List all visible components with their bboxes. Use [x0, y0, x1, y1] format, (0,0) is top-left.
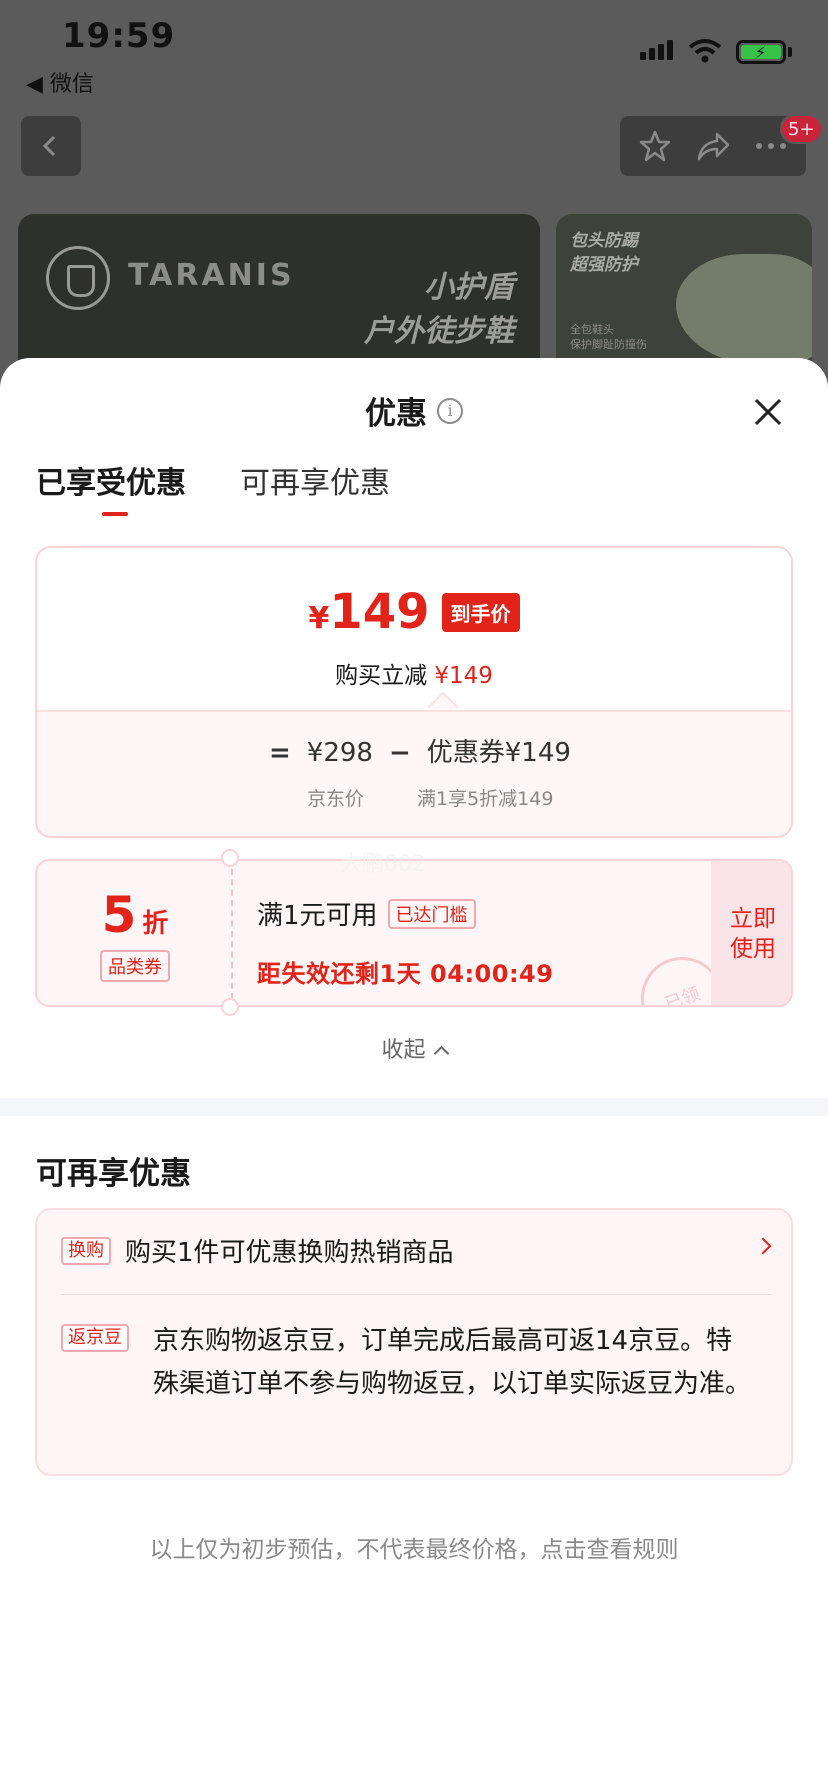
- more-icon[interactable]: [754, 141, 788, 151]
- discount-sheet: 优惠 i 已享受优惠 可再享优惠 ¥149 到手价 购买立减 ¥149 = ¥2…: [0, 358, 828, 1792]
- coupon-perforation: [231, 869, 233, 999]
- background-page: 19:59 ◀ 微信 ⚡ 5+ TARANIS 小护盾 户外徒步鞋 包头防踢 超…: [0, 0, 828, 400]
- wifi-icon: [688, 39, 722, 63]
- banner-slogan-2: 户外徒步鞋: [364, 314, 514, 349]
- sheet-title: 优惠: [365, 396, 427, 432]
- jingdou-tag: 返京豆: [61, 1324, 129, 1352]
- side-banner-small-2: 保护脚趾防撞伤: [570, 338, 647, 351]
- exchange-purchase-row[interactable]: 换购 购买1件可优惠换购热销商品: [61, 1232, 772, 1269]
- tab-more-label: 可再享优惠: [240, 466, 390, 501]
- coupon-notch-top: [221, 849, 239, 867]
- battery-icon: ⚡: [736, 40, 786, 64]
- info-icon[interactable]: i: [437, 397, 463, 424]
- coupon-amount: 优惠券¥149: [426, 738, 571, 768]
- exchange-tag: 换购: [61, 1236, 111, 1265]
- brand-name: TARANIS: [128, 258, 295, 293]
- discount-unit: 折: [142, 909, 169, 939]
- coupon-countdown: 距失效还剩1天 04:00:49: [257, 960, 554, 988]
- threshold-reached-tag: 已达门槛: [387, 898, 476, 929]
- final-price: ¥149: [308, 584, 429, 640]
- battery-tip: [788, 47, 792, 57]
- equals-sign: =: [269, 738, 291, 768]
- price-top: ¥149 到手价 购买立减 ¥149: [37, 548, 791, 710]
- back-to-wechat-link[interactable]: ◀ 微信: [26, 66, 94, 98]
- coupon-rule: 满1享5折减149: [417, 788, 554, 810]
- message-badge: 5+: [780, 114, 823, 144]
- rules-footnote-link[interactable]: 以上仅为初步预估，不代表最终价格，点击查看规则: [0, 1530, 828, 1564]
- chevron-right-icon: [754, 1237, 772, 1255]
- sheet-header: 优惠 i: [0, 388, 828, 433]
- reduce-label: 购买立减: [335, 663, 428, 689]
- coupon-info: 满1元可用 已达门槛 距失效还剩1天 04:00:49: [257, 895, 553, 989]
- benefit-separator: [61, 1294, 771, 1295]
- nav-back-button[interactable]: [21, 116, 81, 176]
- final-price-value: 149: [329, 584, 430, 640]
- coupon-card: 5折 品类券 满1元可用 已达门槛 距失效还剩1天 04:00:49 已领 立即…: [35, 859, 793, 1007]
- final-price-row: ¥149 到手价: [37, 584, 791, 640]
- tab-enjoyed[interactable]: 已享受优惠: [36, 458, 186, 516]
- coupon-discount: 5折 品类券: [37, 861, 233, 1005]
- price-breakdown: = ¥298 − 优惠券¥149 京东价 满1享5折减149: [37, 710, 791, 836]
- tab-more[interactable]: 可再享优惠: [240, 458, 390, 514]
- signal-icon: [640, 40, 673, 60]
- close-icon[interactable]: [750, 394, 786, 430]
- watermark: 大鹏002: [340, 852, 426, 877]
- discount-value: 5折: [102, 886, 169, 944]
- coupon-condition: 满1元可用: [257, 901, 378, 931]
- reduce-amount: ¥149: [434, 663, 493, 689]
- discount-tabs: 已享受优惠 可再享优惠: [36, 458, 390, 516]
- share-icon[interactable]: [695, 129, 731, 163]
- side-banner-small-1: 全包鞋头: [570, 323, 614, 336]
- more-discounts-card: 换购 购买1件可优惠换购热销商品 返京豆 京东购物返京豆，订单完成后最高可返14…: [35, 1208, 793, 1476]
- side-banner-small: 全包鞋头 保护脚趾防撞伤: [570, 322, 647, 352]
- more-discounts-title: 可再享优惠: [36, 1156, 191, 1192]
- original-price-label: 京东价: [307, 788, 365, 810]
- final-price-tag: 到手价: [441, 592, 520, 632]
- discount-number: 5: [101, 886, 137, 944]
- shoe-image: [676, 254, 812, 364]
- banner-slogan-1: 小护盾: [424, 270, 514, 305]
- tab-active-indicator: [102, 512, 128, 516]
- use-now-label: 立即使用: [730, 906, 776, 962]
- collapse-button[interactable]: 收起: [0, 1032, 828, 1064]
- tab-enjoyed-label: 已享受优惠: [36, 466, 186, 501]
- original-price: ¥298: [306, 738, 373, 768]
- price-formula: = ¥298 − 优惠券¥149: [269, 732, 571, 769]
- collapse-label: 收起: [381, 1038, 426, 1063]
- side-banner-line-1: 包头防踢: [570, 231, 638, 251]
- exchange-text: 购买1件可优惠换购热销商品: [125, 1238, 454, 1268]
- coupon-condition-row: 满1元可用 已达门槛: [257, 895, 553, 932]
- side-banner-line-2: 超强防护: [570, 255, 638, 275]
- status-time: 19:59: [62, 16, 176, 56]
- chevron-left-icon: [42, 135, 56, 157]
- reduce-row: 购买立减 ¥149: [37, 656, 791, 690]
- section-divider: [0, 1098, 828, 1116]
- minus-sign: −: [388, 738, 411, 768]
- price-summary-card: ¥149 到手价 购买立减 ¥149 = ¥298 − 优惠券¥149 京东价 …: [35, 546, 793, 838]
- use-now-button[interactable]: 立即使用: [711, 861, 791, 1005]
- status-bar: 19:59 ◀ 微信 ⚡: [0, 0, 828, 100]
- star-icon[interactable]: [638, 129, 672, 163]
- chevron-up-icon: [433, 1045, 449, 1062]
- brand-logo: [46, 246, 110, 310]
- nav-action-group: [620, 116, 806, 176]
- category-coupon-tag: 品类券: [100, 950, 170, 982]
- coupon-notch-bottom: [221, 998, 239, 1016]
- jingdou-text: 京东购物返京豆，订单完成后最高可返14京豆。特殊渠道订单不参与购物返豆，以订单实…: [153, 1326, 752, 1399]
- final-price-currency: ¥: [308, 601, 330, 636]
